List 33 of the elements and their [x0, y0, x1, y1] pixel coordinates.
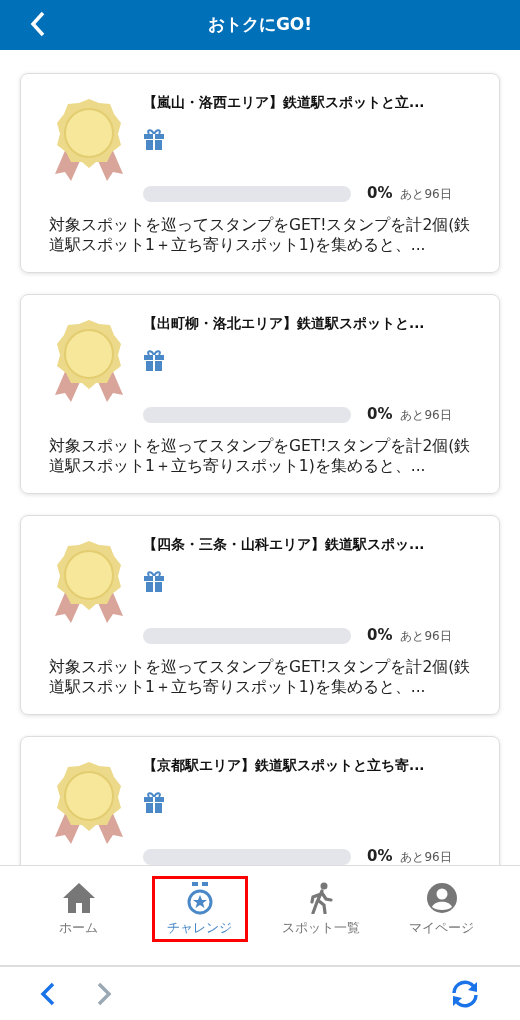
- challenge-description: 対象スポットを巡ってスタンプをGET!スタンプを計2個(鉄道駅スポット1＋立ち寄りスポット1)を集めると、...: [49, 435, 472, 476]
- home-icon: [61, 882, 96, 914]
- challenge-card[interactable]: 【嵐山・洛西エリア】鉄道駅スポットと立... 0% あと96日 対象スポットを巡ってスタンプをGET!スタンプを計2個(鉄道駅スポット1＋立ち寄りスポット1)を集めると、...: [20, 73, 500, 273]
- header-title: おトクにGO!: [207, 13, 313, 37]
- progress-percent: 0%: [367, 183, 393, 205]
- days-remaining: あと96日: [400, 185, 452, 203]
- challenge-card[interactable]: 【出町柳・洛北エリア】鉄道駅スポットと... 0% あと96日 対象スポットを巡ってスタンプをGET!スタンプを計2個(鉄道駅スポット1＋立ち寄りスポット1)を集めると、...: [20, 294, 500, 494]
- challenge-description: 対象スポットを巡ってスタンプをGET!スタンプを計2個(鉄道駅スポット1＋立ち寄りスポット1)を集めると、...: [49, 656, 472, 697]
- progress-percent: 0%: [367, 846, 393, 865]
- challenge-title: 【四条・三条・山科エリア】鉄道駅スポッ...: [143, 535, 426, 554]
- tab-item[interactable]: マイページ: [393, 876, 490, 942]
- user-icon: [425, 882, 458, 914]
- medal-icon: [185, 882, 214, 916]
- tab-item[interactable]: スポット一覧: [272, 876, 369, 942]
- gift-icon: [143, 349, 165, 372]
- walking-person-icon: [308, 882, 333, 914]
- back-button[interactable]: [40, 981, 56, 1006]
- tab-item[interactable]: ホーム: [30, 876, 127, 942]
- tab-item[interactable]: チャレンジ: [151, 876, 248, 942]
- challenge-description: 対象スポットを巡ってスタンプをGET!スタンプを計2個(鉄道駅スポット1＋立ち寄りスポット1)を集めると、...: [49, 214, 472, 255]
- progress-percent: 0%: [367, 404, 393, 426]
- challenge-title: 【京都駅エリア】鉄道駅スポットと立ち寄...: [143, 756, 426, 775]
- gift-icon: [143, 570, 165, 593]
- challenge-title: 【出町柳・洛北エリア】鉄道駅スポットと...: [143, 314, 426, 333]
- gift-icon: [143, 791, 165, 814]
- progress-percent: 0%: [367, 625, 393, 647]
- challenge-card[interactable]: 【四条・三条・山科エリア】鉄道駅スポッ... 0% あと96日 対象スポットを巡ってスタンプをGET!スタンプを計2個(鉄道駅スポット1＋立ち寄りスポット1)を集めると、...: [20, 515, 500, 715]
- challenge-title: 【嵐山・洛西エリア】鉄道駅スポットと立...: [143, 93, 426, 112]
- refresh-button[interactable]: [450, 978, 480, 1009]
- days-remaining: あと96日: [400, 627, 452, 645]
- days-remaining: あと96日: [400, 406, 452, 424]
- days-remaining: あと96日: [400, 848, 452, 865]
- gift-icon: [143, 128, 165, 151]
